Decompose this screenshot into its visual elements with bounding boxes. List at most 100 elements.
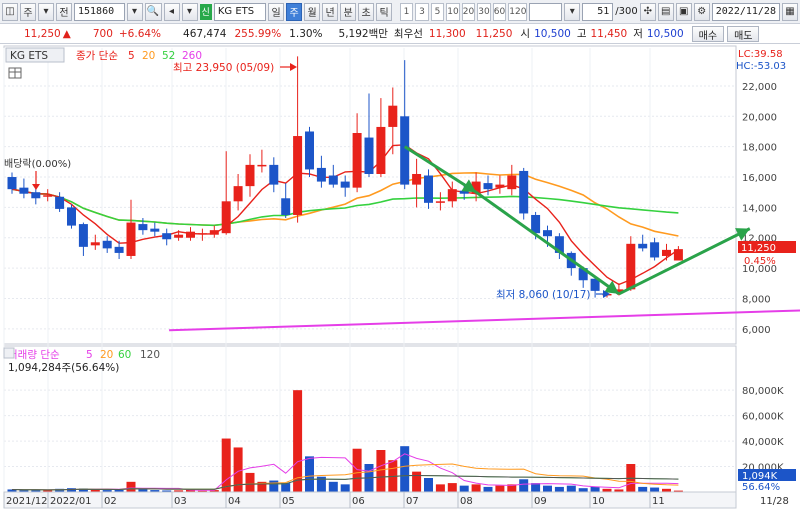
candle-body (102, 240, 112, 249)
volume-bar (590, 486, 600, 492)
candle-body (495, 184, 505, 188)
interval-3[interactable]: 3 (415, 2, 429, 21)
price-chart[interactable]: 22,00020,00018,00016,00014,00012,00010,0… (0, 44, 800, 509)
quote-strip: 11,250 ▲ 700 +6.64% 467,474 255.99% 1.30… (0, 24, 800, 44)
candle-body (650, 242, 660, 258)
stock-tag: 신 (199, 3, 212, 20)
candle-body (186, 231, 195, 238)
period-year[interactable]: 년 (322, 2, 339, 21)
x-axis-label: 09 (534, 496, 547, 507)
save-icon[interactable]: ▣ (675, 2, 692, 21)
crosshair-icon[interactable]: ✣ (639, 2, 656, 21)
price-tick-label: 14,000 (742, 203, 777, 214)
best-ask: 11,300 (428, 27, 466, 40)
volume-tick-label: 40,000K (742, 437, 784, 448)
code-dropdown-icon[interactable]: ▾ (126, 2, 143, 21)
buy-button[interactable]: 매수 (691, 25, 725, 42)
high-price: 11,450 (590, 27, 628, 40)
volume-bar (281, 483, 291, 492)
candle-body (483, 183, 493, 190)
date-input[interactable]: 2022/11/28 (711, 2, 780, 21)
stock-name-field: KG ETS (213, 2, 267, 21)
period-label: 틱 (379, 8, 389, 19)
volume-tick-label: 80,000K (742, 386, 784, 397)
stock-history-icon[interactable]: ▾ (181, 2, 198, 21)
period-day[interactable]: 일 (268, 2, 285, 21)
period-month[interactable]: 월 (304, 2, 321, 21)
volume-tick-label: 60,000K (742, 412, 784, 423)
candle-body (388, 105, 398, 127)
legend-title: 종가 단순 (76, 50, 118, 62)
candle-body (376, 126, 386, 174)
interval-10[interactable]: 10 (446, 2, 460, 21)
candle-body (174, 234, 184, 238)
candle-body (209, 230, 219, 235)
x-axis-label: 05 (282, 496, 295, 507)
x-axis-label: 07 (406, 496, 419, 507)
market-button[interactable]: 주 (20, 2, 36, 21)
period-week[interactable]: 주 (286, 2, 303, 21)
interval-60[interactable]: 60 (492, 2, 507, 21)
volume-bar (424, 478, 433, 492)
x-axis-label: 10 (592, 496, 605, 507)
candle-body (257, 164, 267, 167)
gear-icon[interactable]: ⚙ (693, 2, 710, 21)
period-label: 초 (361, 8, 371, 19)
x-axis-label: 2021/12 (6, 496, 48, 507)
price-change: 700 (92, 27, 113, 40)
current-pct-tag: 0.45% (744, 256, 776, 267)
interval-30[interactable]: 30 (477, 2, 491, 21)
x-axis-label: 08 (460, 496, 473, 507)
candle-body (519, 170, 529, 214)
candle-body (245, 164, 255, 187)
interval-20[interactable]: 20 (461, 2, 476, 21)
type-button[interactable]: 전 (56, 2, 72, 21)
price-change-pct: +6.64% (118, 27, 162, 40)
high-label: 고 (576, 28, 587, 40)
current-price: 11,250 (24, 27, 61, 40)
volume-bar (495, 485, 505, 492)
count-input[interactable]: 51 (582, 2, 614, 21)
volume-current-tag-text: 1,094K (742, 471, 778, 482)
volume-legend-ma120: 120 (140, 349, 160, 361)
count-total: /300 (615, 6, 638, 17)
interval-1[interactable]: 1 (399, 2, 414, 21)
low-annotation: 최저 8,060 (10/17) (496, 289, 591, 301)
search-icon[interactable]: 🔍 (144, 2, 162, 21)
x-axis-label: 11 (652, 496, 665, 507)
chart-image-icon[interactable]: ▤ (657, 2, 674, 21)
interval-custom-input[interactable] (529, 2, 563, 21)
chart-toolbar: ◫ 주 ▾ 전 151860 ▾ 🔍 ◂ ▾ 신 KG ETS 일 주 월 년 … (0, 0, 800, 24)
volume-bar (328, 481, 338, 492)
candle-body (55, 196, 65, 209)
calendar-icon[interactable]: ▦ (781, 2, 798, 21)
stock-code-input[interactable]: 151860 (74, 2, 125, 21)
chevron-down-icon[interactable]: ▾ (38, 2, 54, 21)
period-second[interactable]: 초 (358, 2, 375, 21)
volume-bar (400, 446, 410, 492)
volume-bar (578, 488, 588, 492)
candle-body (352, 133, 362, 188)
prev-stock-icon[interactable]: ◂ (163, 2, 180, 21)
volume-legend-ma20: 20 (100, 349, 113, 361)
volume-bar (412, 471, 422, 492)
sell-button[interactable]: 매도 (727, 25, 760, 42)
interval-120[interactable]: 120 (508, 2, 528, 21)
volume-bar (650, 487, 660, 492)
volume-settings-icon[interactable] (3, 347, 15, 359)
best-ask-label: 최우선 (393, 28, 423, 40)
candle-body (293, 136, 303, 215)
best-bid: 11,250 (475, 27, 513, 40)
open-price: 10,500 (534, 27, 571, 40)
interval-dropdown-icon[interactable]: ▾ (564, 2, 581, 21)
x-axis-label: 02 (104, 496, 117, 507)
volume-bar (245, 472, 255, 492)
period-minute[interactable]: 분 (340, 2, 357, 21)
period-tick[interactable]: 틱 (376, 2, 393, 21)
volume-bar (221, 438, 231, 492)
period-label: 주 (289, 8, 299, 19)
chart-settings-icon[interactable]: ◫ (2, 2, 18, 21)
candle-body (662, 249, 671, 256)
legend-stock-name: KG ETS (10, 50, 48, 62)
interval-5[interactable]: 5 (430, 2, 445, 21)
